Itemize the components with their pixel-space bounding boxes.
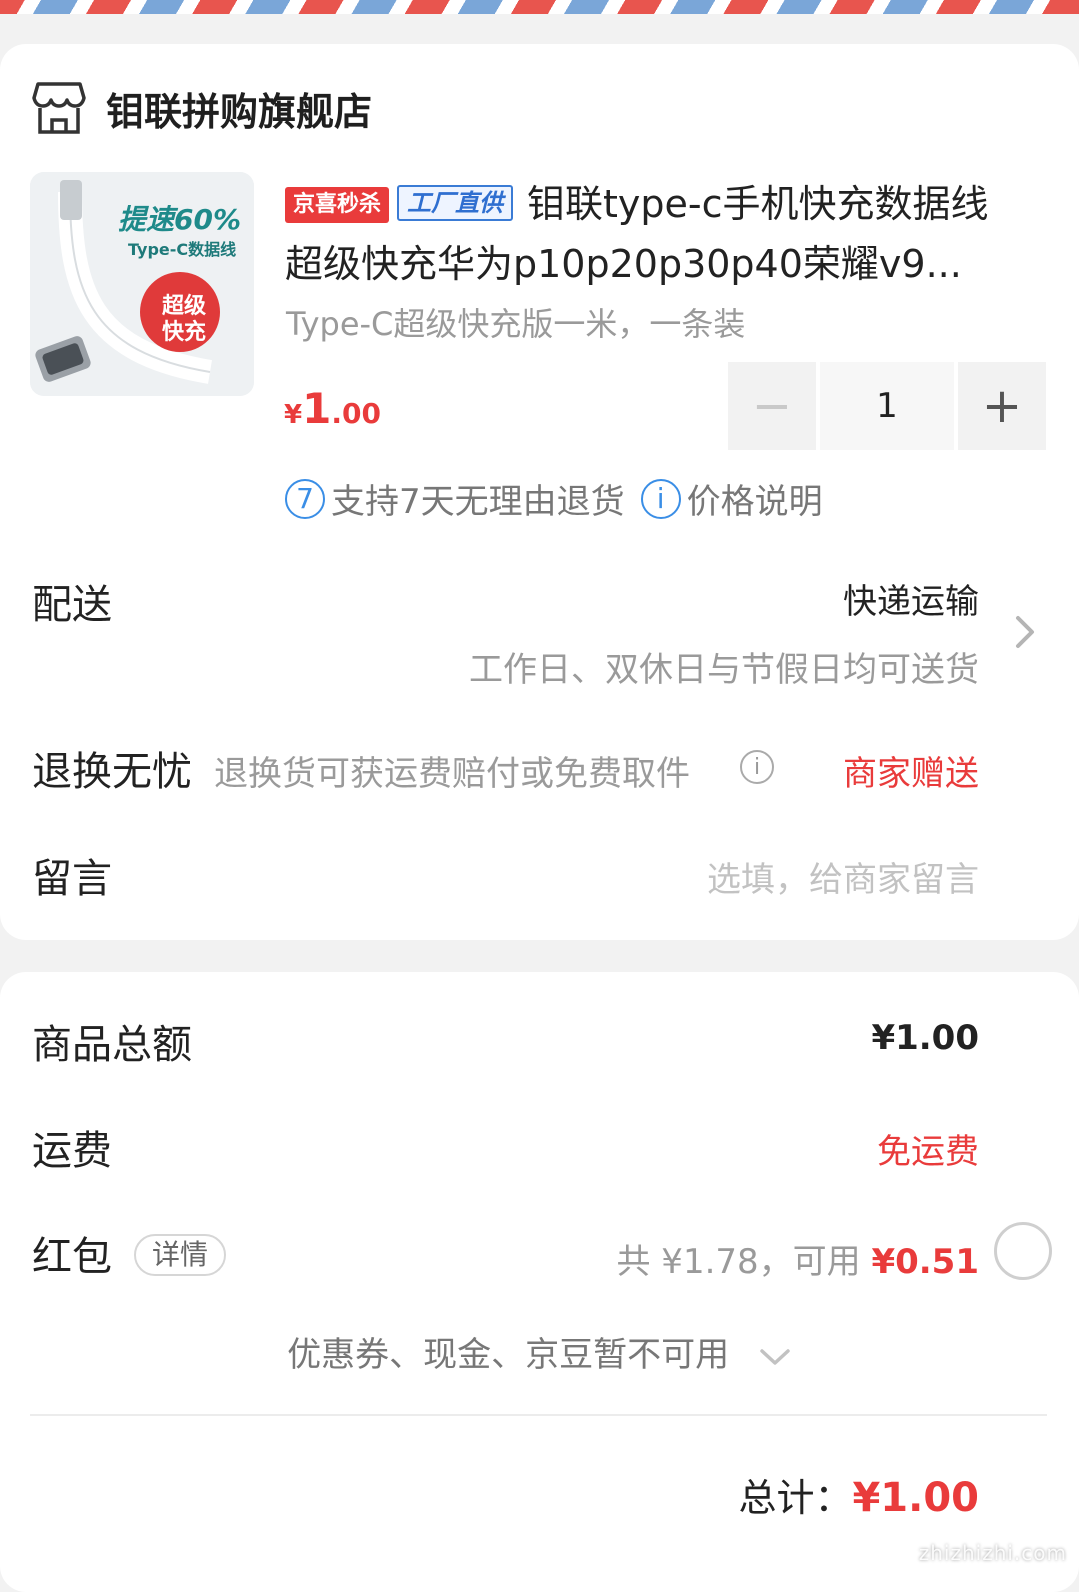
order-summary-card: 商品总额 ¥1.00 运费 免运费 红包 详情 共 ¥1.78，可用 ¥0.51 … (0, 972, 1079, 1592)
thumb-headline: 提速60% (118, 203, 242, 236)
product-title[interactable]: 京喜秒杀 工厂直供 钼联type-c手机快充数据线超级快充华为p10p20p30p4… (285, 174, 1025, 294)
price-currency: ¥ (284, 400, 303, 430)
red-packet-total: 共 ¥1.78，可用 (616, 1242, 872, 1282)
goods-total-label: 商品总额 (32, 1022, 192, 1068)
watermark: zhizhizhi.com (918, 1541, 1067, 1565)
info-icon[interactable]: i (640, 478, 681, 519)
store-header[interactable]: 钼联拼购旗舰店 (32, 78, 372, 138)
quantity-value[interactable]: 1 (820, 362, 954, 450)
thumb-subline: Type-C数据线 (128, 240, 237, 259)
price-decimal: .00 (331, 397, 381, 430)
delivery-method[interactable]: 快递运输 (843, 574, 979, 623)
red-packet-available: ¥0.51 (871, 1242, 979, 1282)
product-price: ¥1.00 (284, 384, 381, 433)
chevron-down-icon (760, 1348, 790, 1365)
price-integer: 1 (302, 384, 332, 433)
store-name: 钼联拼购旗舰店 (106, 89, 373, 134)
coupon-unavailable-row[interactable]: 优惠券、现金、京豆暂不可用 (0, 1327, 1079, 1376)
exchange-value: 商家赠送 (843, 754, 979, 794)
price-explanation-link[interactable]: 价格说明 (687, 474, 823, 523)
coupon-note: 优惠券、现金、京豆暂不可用 (287, 1335, 730, 1375)
seven-day-return-icon: 7 (285, 478, 325, 519)
red-packet-row: 红包 详情 (32, 1224, 227, 1282)
exchange-info-icon[interactable]: i (740, 750, 774, 784)
store-icon (32, 82, 86, 134)
divider (30, 1414, 1047, 1416)
order-total: 总计：¥1.00 (738, 1467, 979, 1522)
shipping-label: 运费 (32, 1128, 112, 1174)
product-title-text: 钼联type-c手机快充数据线超级快充华为p10p20p30p40荣耀v9... (285, 182, 989, 286)
goods-total-value: ¥1.00 (871, 1018, 979, 1058)
thumb-stamp-line2: 快充 (162, 320, 207, 345)
chevron-right-icon[interactable] (1010, 612, 1040, 652)
message-input[interactable]: 选填，给商家留言 (707, 852, 979, 901)
red-packet-amount: 共 ¥1.78，可用 ¥0.51 (617, 1234, 980, 1283)
return-policy-text: 支持7天无理由退货 (331, 482, 625, 522)
order-item-card: 钼联拼购旗舰店 提速60% Type-C数据线 超级 快充 京喜秒杀 工厂直供 钼联… (0, 44, 1079, 940)
delivery-description: 工作日、双休日与节假日均可送货 (469, 650, 979, 690)
quantity-stepper: − 1 + (728, 362, 1046, 450)
total-value: ¥1.00 (852, 1475, 979, 1521)
service-row: 7 支持7天无理由退货 i 价格说明 (285, 474, 823, 523)
airmail-border (0, 0, 1079, 14)
factory-direct-badge: 工厂直供 (397, 185, 514, 221)
decrease-quantity-button[interactable]: − (728, 362, 816, 450)
delivery-label: 配送 (32, 582, 112, 628)
product-thumbnail[interactable]: 提速60% Type-C数据线 超级 快充 (30, 172, 254, 396)
red-packet-detail-button[interactable]: 详情 (134, 1234, 227, 1276)
message-label: 留言 (32, 856, 112, 902)
increase-quantity-button[interactable]: + (958, 362, 1046, 450)
exchange-description: 退换货可获运费赔付或免费取件 (214, 754, 690, 794)
red-packet-label: 红包 (32, 1234, 112, 1280)
red-packet-radio[interactable] (994, 1222, 1052, 1280)
shipping-value: 免运费 (877, 1132, 979, 1172)
product-spec: Type-C超级快充版一米，一条装 (286, 305, 746, 343)
seckill-badge: 京喜秒杀 (285, 187, 390, 223)
total-label: 总计： (738, 1476, 853, 1520)
exchange-label: 退换无忧 (32, 749, 192, 795)
